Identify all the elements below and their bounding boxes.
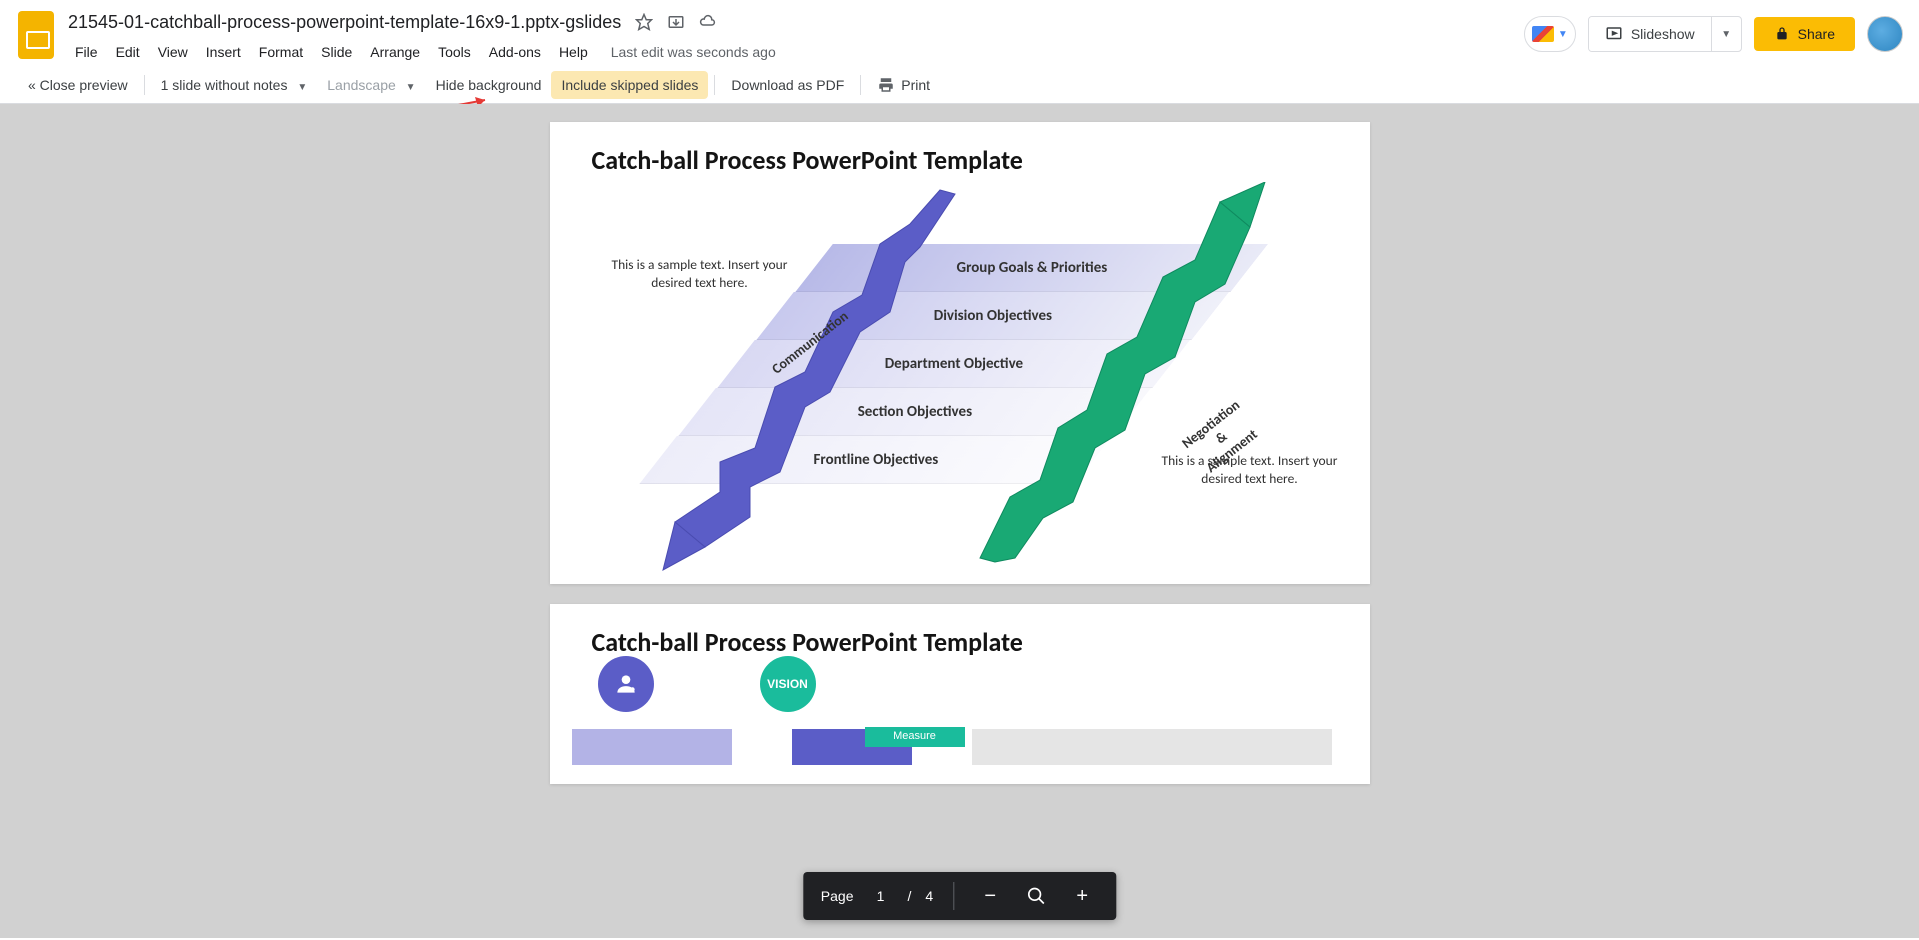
menu-view[interactable]: View: [151, 40, 195, 64]
menu-tools[interactable]: Tools: [431, 40, 478, 64]
present-icon: [1605, 25, 1623, 43]
person-circle: [598, 656, 654, 712]
slides-icon: [18, 11, 54, 59]
zoom-fit-button[interactable]: [1020, 880, 1052, 912]
slideshow-label: Slideshow: [1631, 26, 1695, 42]
last-edit-label[interactable]: Last edit was seconds ago: [611, 44, 776, 60]
slide-1: Catch-ball Process PowerPoint Template T…: [550, 122, 1370, 584]
preview-toolbar: « Close preview 1 slide without notes ▼ …: [0, 66, 1919, 104]
menu-insert[interactable]: Insert: [199, 40, 248, 64]
process-band: Measure: [572, 729, 1324, 765]
zoom-toolbar: Page / 4 − +: [803, 872, 1116, 920]
cloud-status-icon[interactable]: [699, 13, 717, 31]
separator: [144, 75, 145, 95]
doc-title-row: 21545-01-catchball-process-powerpoint-te…: [68, 8, 1524, 36]
zoom-in-button[interactable]: +: [1066, 880, 1098, 912]
zoom-out-button[interactable]: −: [974, 880, 1006, 912]
separator: [714, 75, 715, 95]
chevron-down-icon: ▼: [1721, 29, 1731, 40]
green-arrow: [955, 182, 1275, 582]
measure-label: Measure: [865, 727, 965, 747]
meet-icon: [1532, 26, 1554, 42]
include-skipped-button[interactable]: Include skipped slides: [551, 71, 708, 99]
menu-help[interactable]: Help: [552, 40, 595, 64]
chevron-down-icon: ▼: [406, 82, 416, 93]
separator: [953, 882, 954, 910]
vision-circle: VISION: [760, 656, 816, 712]
magnifier-icon: [1026, 886, 1046, 906]
slide-title: Catch-ball Process PowerPoint Template: [550, 604, 1370, 658]
band-tail: [972, 729, 1332, 765]
slideshow-group: Slideshow ▼: [1588, 16, 1742, 52]
page-sep: /: [908, 888, 912, 904]
print-button[interactable]: Print: [867, 70, 940, 100]
orientation-dropdown[interactable]: Landscape ▼: [317, 71, 425, 99]
star-icon[interactable]: [635, 13, 653, 31]
print-icon: [877, 76, 895, 94]
menu-addons[interactable]: Add-ons: [482, 40, 548, 64]
slides-mode-dropdown[interactable]: 1 slide without notes ▼: [151, 71, 318, 99]
lock-icon: [1774, 26, 1790, 42]
slides-mode-label: 1 slide without notes: [161, 77, 288, 93]
share-label: Share: [1798, 26, 1835, 42]
share-button[interactable]: Share: [1754, 17, 1855, 51]
hide-background-button[interactable]: Hide background: [426, 71, 552, 99]
catchball-diagram: Group Goals & Priorities Division Object…: [670, 182, 1250, 572]
menu-file[interactable]: File: [68, 40, 105, 64]
account-avatar[interactable]: [1867, 16, 1903, 52]
print-label: Print: [901, 77, 930, 93]
orientation-label: Landscape: [327, 77, 396, 93]
menu-arrange[interactable]: Arrange: [363, 40, 427, 64]
menu-bar: File Edit View Insert Format Slide Arran…: [68, 38, 1524, 66]
app-header: 21545-01-catchball-process-powerpoint-te…: [0, 0, 1919, 66]
slides-logo[interactable]: [16, 8, 56, 62]
doc-title[interactable]: 21545-01-catchball-process-powerpoint-te…: [68, 12, 621, 33]
move-icon[interactable]: [667, 13, 685, 31]
menu-edit[interactable]: Edit: [109, 40, 147, 64]
menu-slide[interactable]: Slide: [314, 40, 359, 64]
chevron-down-icon: ▼: [1558, 29, 1568, 40]
slide-2: Catch-ball Process PowerPoint Template V…: [550, 604, 1370, 784]
slide-title: Catch-ball Process PowerPoint Template: [550, 122, 1370, 176]
header-actions: ▼ Slideshow ▼ Share: [1524, 8, 1903, 52]
page-total: 4: [925, 888, 933, 904]
blue-arrow: [655, 182, 985, 582]
slideshow-button[interactable]: Slideshow: [1589, 17, 1711, 51]
close-preview-button[interactable]: « Close preview: [18, 71, 138, 99]
person-icon: [613, 671, 639, 697]
download-pdf-button[interactable]: Download as PDF: [721, 71, 854, 99]
slideshow-dropdown[interactable]: ▼: [1711, 17, 1741, 51]
separator: [860, 75, 861, 95]
canvas-area[interactable]: Catch-ball Process PowerPoint Template T…: [0, 104, 1919, 938]
page-input[interactable]: [868, 888, 894, 904]
page-label: Page: [821, 888, 854, 904]
chevron-down-icon: ▼: [297, 82, 307, 93]
meet-button[interactable]: ▼: [1524, 16, 1576, 52]
band-left: [572, 729, 732, 765]
menu-format[interactable]: Format: [252, 40, 310, 64]
doc-area: 21545-01-catchball-process-powerpoint-te…: [68, 8, 1524, 66]
